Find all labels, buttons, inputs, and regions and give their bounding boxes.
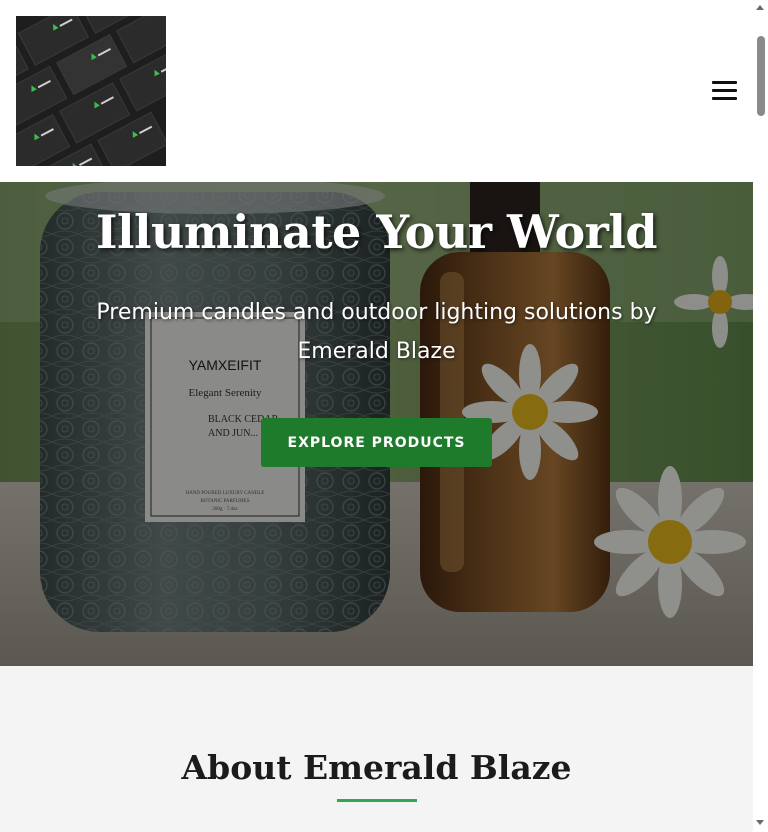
site-header xyxy=(0,0,753,182)
menu-bar-top xyxy=(712,81,737,84)
scroll-down-arrow-icon[interactable] xyxy=(756,820,764,825)
hero-subtitle: Premium candles and outdoor lighting sol… xyxy=(96,300,657,364)
explore-products-button[interactable]: EXPLORE PRODUCTS xyxy=(261,418,492,467)
scroll-up-arrow-icon[interactable] xyxy=(756,5,764,10)
page: YAMXEIFIT Elegant Serenity BLACK CEDAR A… xyxy=(0,0,753,832)
about-title: About Emerald Blaze xyxy=(181,748,572,787)
site-logo[interactable] xyxy=(16,16,166,166)
business-card-logo-icon xyxy=(16,16,166,166)
about-section: About Emerald Blaze xyxy=(0,666,753,832)
menu-bar-bottom xyxy=(712,97,737,100)
vertical-scrollbar[interactable] xyxy=(753,0,768,832)
title-underline xyxy=(337,799,417,802)
hero-section: YAMXEIFIT Elegant Serenity BLACK CEDAR A… xyxy=(0,182,753,666)
scrollbar-thumb[interactable] xyxy=(757,36,765,116)
menu-bar-middle xyxy=(712,89,737,92)
hero-title: Illuminate Your World xyxy=(95,205,658,259)
hamburger-menu-icon[interactable] xyxy=(712,81,737,101)
